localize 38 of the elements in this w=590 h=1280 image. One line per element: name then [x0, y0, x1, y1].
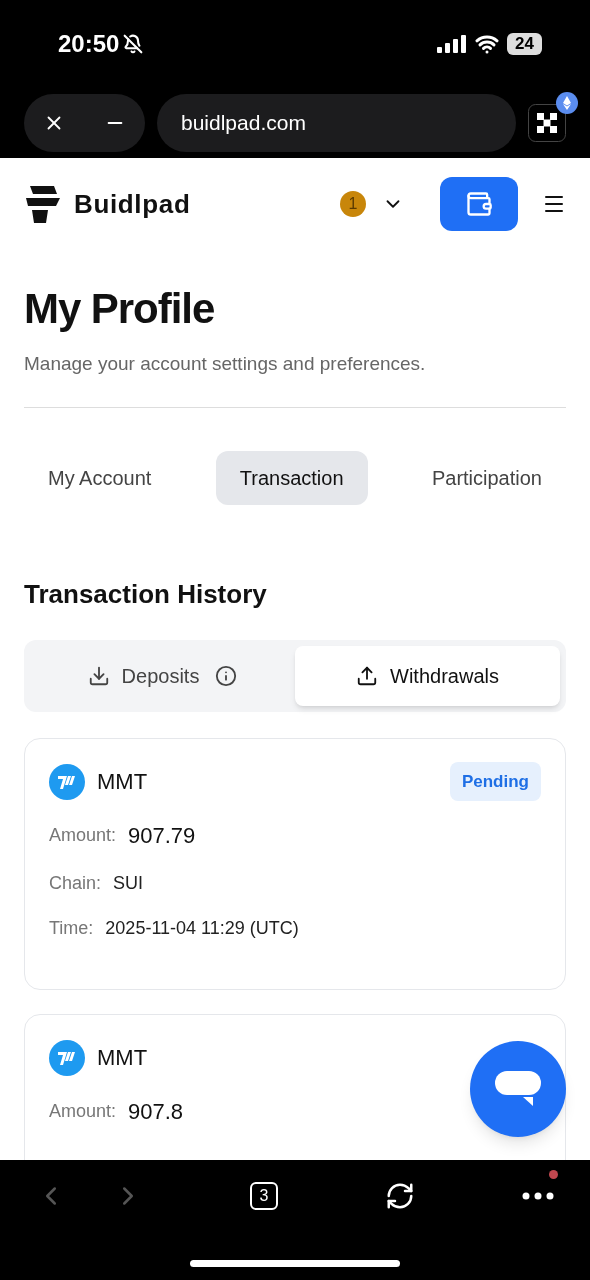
info-icon[interactable]	[215, 664, 238, 687]
more-icon[interactable]	[522, 1192, 554, 1200]
status-badge: Pending	[449, 761, 541, 802]
battery-indicator: 24	[507, 33, 542, 55]
section-title: Transaction History	[24, 577, 268, 611]
page-subtitle: Manage your account settings and preferences.	[24, 352, 427, 376]
ethereum-badge-icon	[556, 92, 578, 114]
profile-tab[interactable]: My Account	[24, 450, 176, 505]
field-value: 2025-11-04 11:29 (UTC)	[105, 916, 299, 940]
field-value: 907.79	[128, 821, 196, 850]
token-name: MMT	[97, 768, 148, 796]
brand-name: Buidlpad	[74, 187, 191, 221]
upload-icon	[356, 664, 379, 687]
wallet-button[interactable]	[440, 177, 518, 231]
chat-bubble-icon	[495, 1071, 541, 1107]
clock-time: 20:50	[58, 29, 120, 59]
profile-tab[interactable]: Transaction	[215, 450, 368, 505]
field-value: SUI	[113, 871, 144, 895]
segment-tab[interactable]: Deposits	[30, 645, 295, 706]
segment-tab[interactable]: Withdrawals	[295, 645, 560, 706]
page-title: My Profile	[24, 288, 216, 330]
field-label: Amount:	[49, 1099, 117, 1123]
checker-logo-icon[interactable]	[528, 104, 566, 142]
profile-tab[interactable]: Participation	[407, 450, 566, 505]
wallet-icon	[465, 190, 493, 218]
signal-icon	[437, 35, 468, 53]
brand-logo-icon	[24, 184, 62, 224]
address-bar[interactable]: buidlpad.com	[157, 94, 516, 152]
token-name: MMT	[97, 1044, 148, 1072]
field-label: Chain:	[49, 871, 102, 895]
token-logo-icon	[49, 763, 85, 800]
field-label: Amount:	[49, 823, 117, 847]
tab-count-button[interactable]: 3	[250, 1182, 278, 1210]
token-logo-icon	[49, 1039, 85, 1076]
field-label: Time:	[49, 916, 94, 940]
field-value: 907.8	[128, 1097, 184, 1126]
download-icon	[87, 664, 110, 687]
refresh-icon[interactable]	[385, 1181, 415, 1211]
